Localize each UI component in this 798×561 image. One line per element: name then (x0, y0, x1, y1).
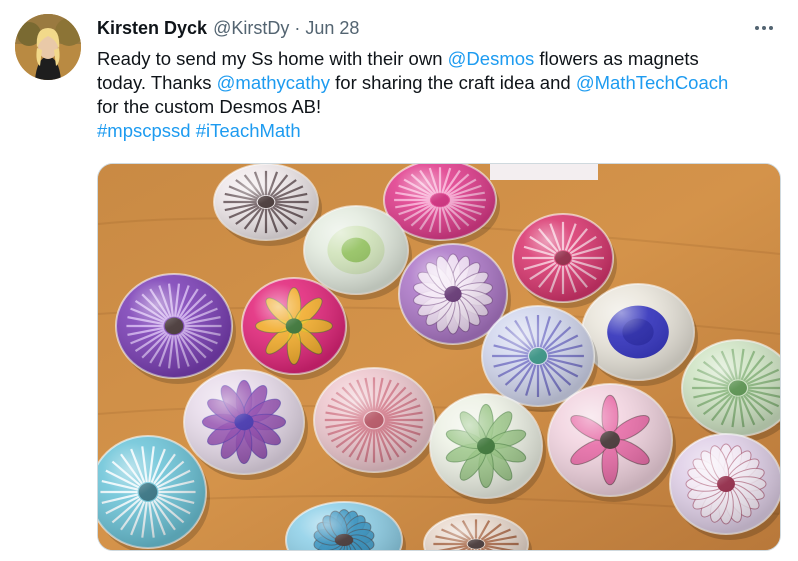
tweet-header: Kirsten Dyck @KirstDy · Jun 28 (97, 15, 778, 41)
tweet-line: today. Thanks @mathycathy for sharing th… (97, 71, 787, 95)
tweet-date[interactable]: Jun 28 (305, 18, 359, 39)
mention-desmos[interactable]: @Desmos (448, 48, 535, 69)
author-handle[interactable]: @KirstDy (213, 18, 289, 39)
tweet-text: Ready to send my Ss home with their own … (97, 47, 787, 143)
text-segment: for the custom Desmos AB! (97, 96, 322, 117)
avatar-photo (15, 14, 81, 80)
separator-dot: · (294, 17, 301, 38)
tweet-line: for the custom Desmos AB! (97, 95, 787, 119)
text-segment: Ready to send my Ss home with their own (97, 48, 448, 69)
mention-mathycathy[interactable]: @mathycathy (217, 72, 330, 93)
tweet-line: Ready to send my Ss home with their own … (97, 47, 787, 71)
text-segment: flowers as magnets (534, 48, 699, 69)
mention-mathtechcoach[interactable]: @MathTechCoach (576, 72, 728, 93)
hashtag-iteachmath[interactable]: #iTeachMath (196, 120, 301, 141)
flower-magnets-photo (98, 164, 780, 550)
author-name[interactable]: Kirsten Dyck (97, 18, 207, 39)
more-icon[interactable] (750, 18, 778, 38)
avatar[interactable] (15, 14, 81, 80)
text-segment: today. Thanks (97, 72, 217, 93)
tweet-photo[interactable] (97, 163, 781, 551)
hashtag-mpscpssd[interactable]: #mpscpssd (97, 120, 191, 141)
text-segment: for sharing the craft idea and (330, 72, 576, 93)
tweet-line: #mpscpssd #iTeachMath (97, 119, 787, 143)
